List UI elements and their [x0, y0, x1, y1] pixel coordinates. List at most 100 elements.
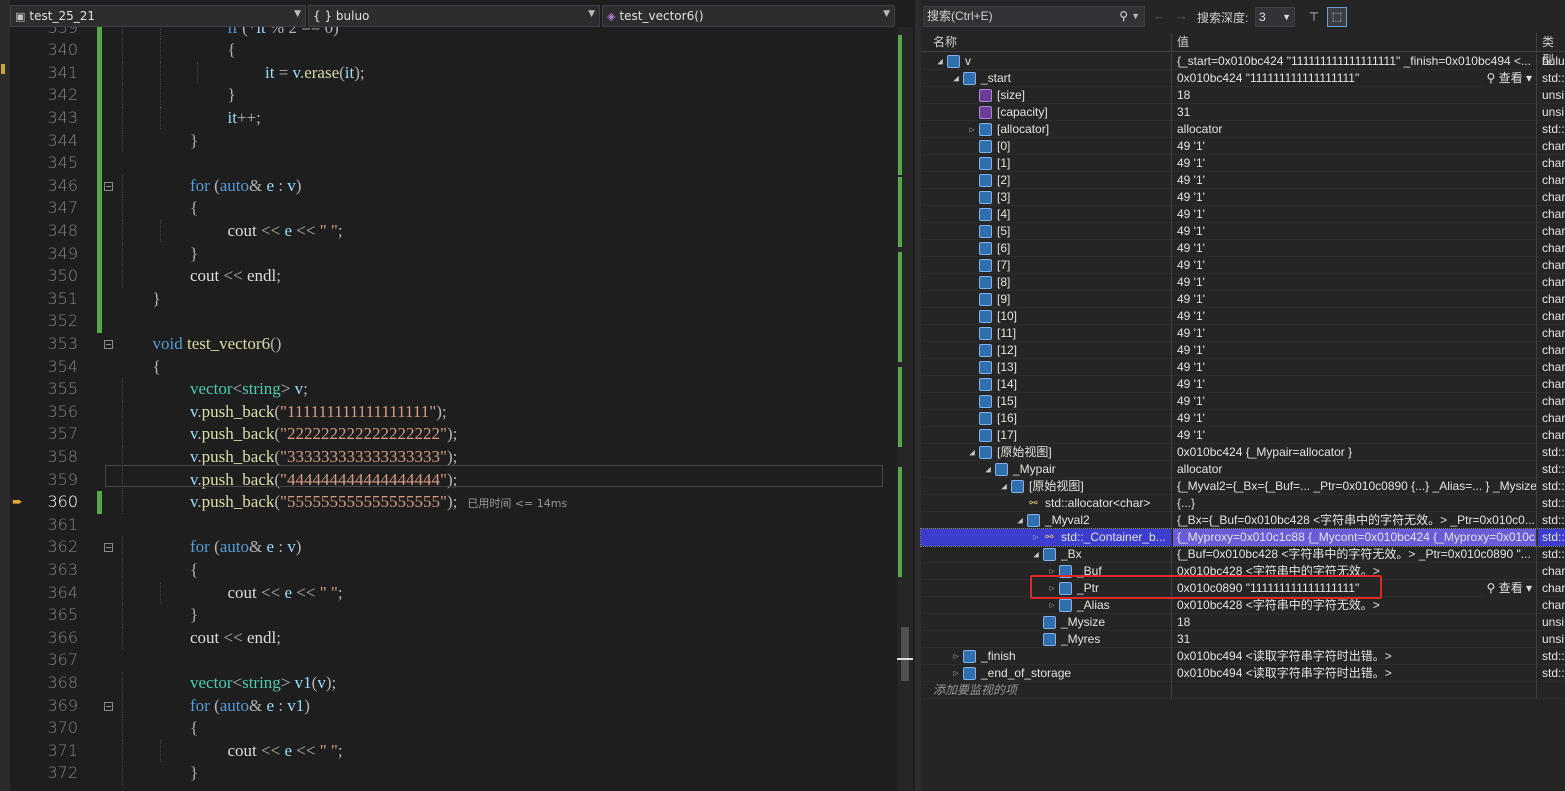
watch-value-cell[interactable]: 49 '1' [1173, 410, 1537, 427]
code-line[interactable]: 344} [10, 129, 900, 153]
column-header-name[interactable]: 名称 [921, 33, 1172, 52]
fold-toggle-icon[interactable]: − [104, 339, 113, 349]
watch-value-cell[interactable]: 49 '1' [1173, 342, 1537, 359]
code-line[interactable]: 340 { [10, 39, 900, 62]
watch-row[interactable]: [2] 49 '1' char [921, 172, 1565, 189]
collapse-arrow-icon[interactable]: ◢ [1016, 514, 1024, 528]
watch-row[interactable]: ▷ ⚯ std::_Container_b... {_Myproxy=0x010c1c… [920, 528, 1565, 547]
watch-row[interactable]: [9] 49 '1' char [921, 291, 1565, 308]
watch-value-cell[interactable]: 0x010bc424 {_Mypair=allocator } [1173, 444, 1537, 461]
expand-arrow-icon[interactable]: ▷ [953, 651, 960, 663]
watch-value-cell[interactable]: 49 '1' [1173, 376, 1537, 393]
collapse-arrow-icon[interactable]: ◢ [968, 446, 976, 460]
code-line[interactable]: 372} [10, 762, 900, 785]
watch-row[interactable]: ◢ [原始视图] 0x010bc424 {_Mypair=allocator } st… [921, 444, 1565, 461]
fold-toggle-icon[interactable]: − [104, 181, 113, 191]
visualizer-button[interactable]: ⚲ 查看 ▾ [1482, 70, 1536, 87]
code-line[interactable]: 370 { [10, 717, 900, 740]
collapse-arrow-icon[interactable]: ◢ [1032, 548, 1040, 562]
watch-row[interactable]: [7] 49 '1' char [921, 257, 1565, 274]
watch-row[interactable]: ◢ _Mypair allocator std:: [921, 461, 1565, 478]
add-watch-placeholder[interactable]: 添加要监视的项 [933, 682, 1017, 699]
scrollbar-thumb[interactable] [901, 627, 909, 681]
watch-value-cell[interactable]: 0x010bc424 "111111111111111111" ⚲ 查看 ▾ [1173, 70, 1537, 87]
code-line[interactable]: 363 { [10, 558, 900, 582]
watch-row[interactable]: [capacity] 31 unsi [921, 104, 1565, 121]
watch-row[interactable]: ▷ [allocator] allocator std:: [921, 121, 1565, 138]
code-line[interactable]: 348 cout << e << " "; [10, 219, 900, 243]
watch-row[interactable]: [15] 49 '1' char [921, 393, 1565, 410]
watch-value-cell[interactable]: 49 '1' [1173, 240, 1537, 257]
code-editor[interactable]: ▣ test_25_21 ▼ { } buluo ▼ ◈ test_vector… [0, 0, 915, 791]
watch-row[interactable]: [size] 18 unsi [921, 87, 1565, 104]
watch-value-cell[interactable]: 49 '1' [1173, 189, 1537, 206]
watch-row[interactable]: [10] 49 '1' char [921, 308, 1565, 325]
watch-row[interactable]: ◢ v {_start=0x010bc424 "111111111111111111… [921, 53, 1565, 70]
column-header-value[interactable]: 值 [1173, 33, 1537, 52]
search-icon[interactable]: ⚲ [1119, 7, 1128, 26]
watch-value-cell[interactable]: 49 '1' [1173, 138, 1537, 155]
watch-value-cell[interactable]: {_Myproxy=0x010c1c88 {_Mycont=0x010bc424… [1173, 529, 1537, 546]
watch-value-cell[interactable]: 31 [1173, 631, 1537, 648]
watch-value-cell[interactable]: 49 '1' [1173, 274, 1537, 291]
watch-row[interactable]: [6] 49 '1' char [921, 240, 1565, 257]
code-line[interactable]: 360 v.push_back("555555555555555555"); 已用时… [10, 491, 900, 514]
watch-value-cell[interactable]: 49 '1' [1173, 257, 1537, 274]
file-dropdown[interactable]: ▣ test_25_21 ▼ [10, 5, 306, 27]
watch-row[interactable]: [5] 49 '1' char [921, 223, 1565, 240]
watch-row[interactable]: [1] 49 '1' char [921, 155, 1565, 172]
code-line[interactable]: 345 [10, 152, 900, 175]
code-line[interactable]: 361 [10, 514, 900, 537]
expand-arrow-icon[interactable]: ▷ [969, 124, 976, 136]
code-line[interactable]: 354 { [10, 356, 900, 379]
watch-row[interactable]: [13] 49 '1' char [921, 359, 1565, 376]
code-line[interactable]: 347 { [10, 197, 900, 220]
watch-row[interactable]: _Myres 31 unsi [921, 631, 1565, 648]
code-line[interactable]: 346 for (auto& e : v) − [10, 174, 900, 198]
code-line[interactable]: 369 for (auto& e : v1) − [10, 694, 900, 718]
expand-arrow-icon[interactable]: ▷ [953, 668, 960, 680]
collapse-arrow-icon[interactable]: ◢ [984, 463, 992, 477]
watch-row[interactable]: [14] 49 '1' char [921, 376, 1565, 393]
watch-row[interactable]: [0] 49 '1' char [921, 138, 1565, 155]
code-line[interactable]: 351} [10, 288, 900, 311]
watch-search-input[interactable]: 搜索(Ctrl+E) ⚲ ▼ [923, 6, 1145, 27]
watch-row[interactable]: [16] 49 '1' char [921, 410, 1565, 427]
watch-row[interactable]: ⚯ std::allocator<char> {...} std:: [921, 495, 1565, 512]
watch-row[interactable]: [12] 49 '1' char [921, 342, 1565, 359]
expand-arrow-icon[interactable]: ▷ [1049, 600, 1056, 612]
editor-vertical-scrollbar[interactable] [897, 27, 913, 791]
code-line[interactable]: 342} [10, 84, 900, 107]
fold-toggle-icon[interactable]: − [104, 543, 113, 553]
code-line[interactable]: 353 void test_vector6() − [10, 333, 900, 356]
search-depth-select[interactable]: 3 ▼ [1255, 7, 1295, 27]
watch-value-cell[interactable]: 49 '1' [1173, 206, 1537, 223]
watch-value-cell[interactable]: 49 '1' [1173, 427, 1537, 444]
hex-display-icon[interactable]: ⬚ [1327, 7, 1347, 27]
code-line[interactable]: 365} [10, 604, 900, 627]
watch-row[interactable]: [11] 49 '1' char [921, 325, 1565, 342]
code-line[interactable]: 352 [10, 310, 900, 333]
watch-value-cell[interactable]: 49 '1' [1173, 155, 1537, 172]
watch-value-cell[interactable]: {_Myval2={_Bx={_Buf=... _Ptr=0x010c0890 … [1173, 478, 1537, 495]
watch-value-cell[interactable]: {_Buf=0x010bc428 <字符串中的字符无效。> _Ptr=0x010… [1173, 546, 1537, 563]
code-line[interactable]: 355 vector<string> v; [10, 378, 900, 401]
code-line[interactable]: 341 it = v.erase(it); [10, 61, 900, 85]
code-line[interactable]: 343 it++; [10, 106, 900, 130]
pin-icon[interactable]: ⊤ [1305, 8, 1323, 26]
watch-row[interactable]: [4] 49 '1' char [921, 206, 1565, 223]
watch-value-cell[interactable]: 18 [1173, 87, 1537, 104]
code-line[interactable]: 371 cout << e << " "; [10, 739, 900, 763]
code-line[interactable]: 367 [10, 649, 900, 672]
code-line[interactable]: 366 cout << endl; [10, 626, 900, 650]
code-line[interactable]: 350 cout << endl; [10, 265, 900, 288]
watch-row[interactable]: _Mysize 18 unsi [921, 614, 1565, 631]
expand-arrow-icon[interactable]: ▷ [1033, 532, 1040, 544]
watch-row[interactable]: ▷ _Alias 0x010bc428 <字符串中的字符无效。> char [921, 597, 1565, 614]
watch-row[interactable]: [17] 49 '1' char [921, 427, 1565, 444]
collapse-arrow-icon[interactable]: ◢ [1000, 480, 1008, 494]
watch-value-cell[interactable]: 0x010bc494 <读取字符串字符时出错。> [1173, 648, 1537, 665]
watch-row[interactable]: ◢ _Myval2 {_Bx={_Buf=0x010bc428 <字符串中的字符无效… [921, 512, 1565, 529]
chevron-down-icon[interactable]: ▼ [1131, 7, 1140, 26]
watch-value-cell[interactable]: 0x010bc494 <读取字符串字符时出错。> [1173, 665, 1537, 682]
